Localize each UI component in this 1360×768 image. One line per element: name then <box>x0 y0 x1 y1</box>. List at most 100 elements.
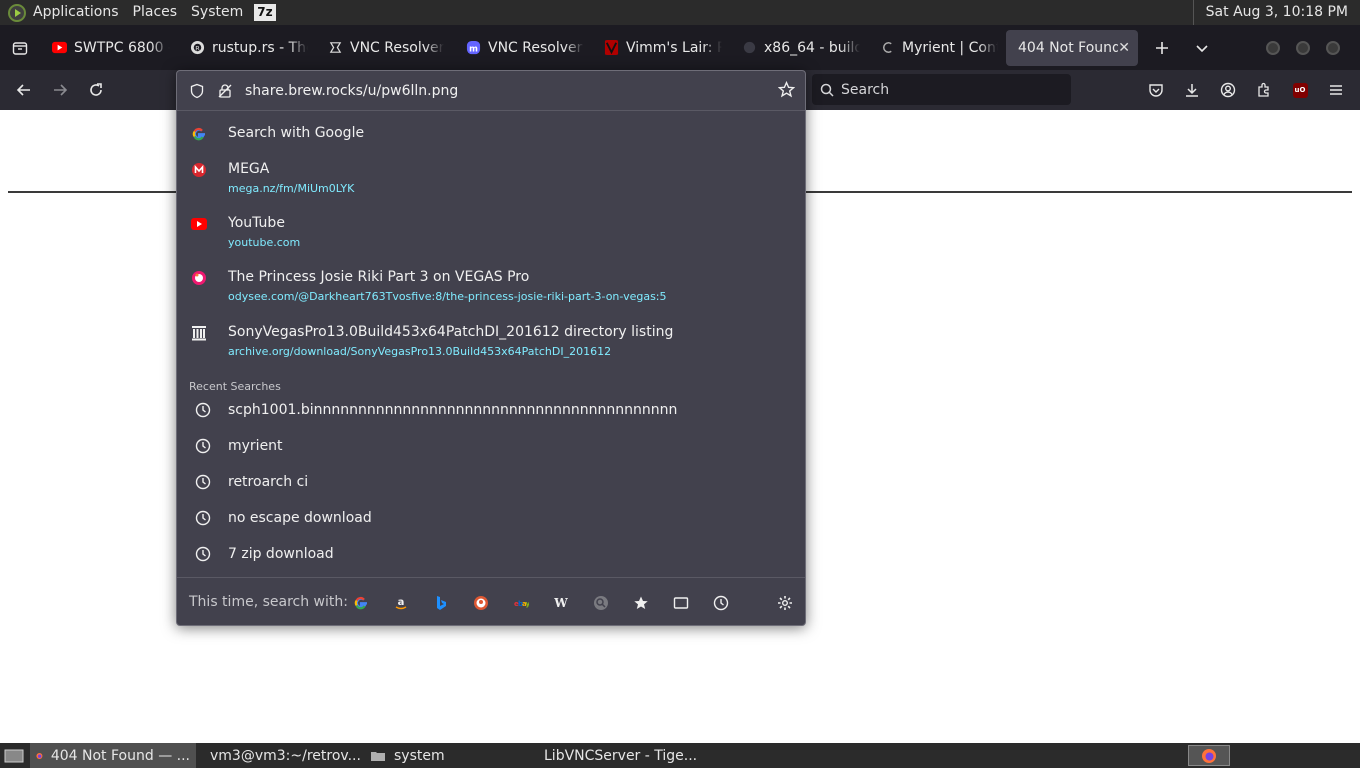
one-off-search-label: This time, search with: <box>189 593 348 610</box>
downloads-button[interactable] <box>1174 70 1210 110</box>
svg-text:W: W <box>553 596 568 610</box>
folder-icon <box>371 751 385 761</box>
history-clock-icon <box>195 510 211 526</box>
tab-title: x86_64 - build <box>764 39 860 56</box>
back-button[interactable] <box>6 74 42 106</box>
recent-search-item[interactable]: scph1001.binnnnnnnnnnnnnnnnnnnnnnnnnnnnn… <box>195 402 677 418</box>
bing-icon[interactable] <box>433 595 449 611</box>
search-bar[interactable]: Search <box>812 74 1071 105</box>
recent-search-item[interactable]: no escape download <box>195 510 372 526</box>
recent-searches-heading: Recent Searches <box>189 380 281 393</box>
list-all-tabs-button[interactable] <box>1182 25 1222 70</box>
account-icon <box>1220 82 1236 98</box>
places-menu[interactable]: Places <box>126 0 185 25</box>
plus-icon <box>1156 41 1168 54</box>
result-youtube[interactable]: YouTube youtube.com <box>191 215 300 249</box>
extensions-button[interactable] <box>1246 70 1282 110</box>
result-title: Search with Google <box>228 125 365 141</box>
reload-button[interactable] <box>78 74 114 106</box>
urlbar-input[interactable]: share.brew.rocks/u/pw6lln.png <box>177 71 805 111</box>
ebay-icon[interactable]: e bay <box>513 595 529 611</box>
app-menu-button[interactable] <box>1318 70 1354 110</box>
tab-title: VNC Resolver ( <box>488 39 584 56</box>
tab-x86-64[interactable]: x86_64 - build <box>730 25 868 70</box>
recent-search-label: myrient <box>228 438 283 454</box>
close-window-button[interactable] <box>1326 40 1340 55</box>
tab-404-not-found[interactable]: 404 Not Found ✕ <box>1006 29 1138 66</box>
result-title: MEGA <box>228 161 270 177</box>
reload-icon <box>90 83 102 96</box>
chevron-down-icon <box>1196 44 1208 52</box>
amazon-icon[interactable]: a <box>393 595 409 611</box>
system-menu[interactable]: System <box>184 0 250 25</box>
tab-bar: SWTPC 6800 - R rustup.rs - The VNC Resol… <box>0 25 1360 70</box>
tab-title: Vimm's Lair: Pla <box>626 39 722 56</box>
tab-swtpc[interactable]: SWTPC 6800 - <box>40 25 178 70</box>
tab-vnc-resolver-mastodon[interactable]: m VNC Resolver ( <box>454 25 592 70</box>
google-icon[interactable] <box>353 595 369 611</box>
firefox-icon <box>36 752 43 759</box>
recent-search-item[interactable]: 7 zip download <box>195 546 334 562</box>
workspace-switcher[interactable] <box>1188 745 1230 766</box>
applications-menu[interactable]: Applications <box>26 0 126 25</box>
taskbar-item-label: 404 Not Found — ... <box>50 747 190 764</box>
duckduckgo-icon[interactable] <box>473 595 489 611</box>
result-title: SonyVegasPro13.0Build453x64PatchDI_20161… <box>228 324 674 340</box>
wikipedia-icon[interactable]: W <box>553 595 569 611</box>
taskbar-item-terminal[interactable]: vm3@vm3:~/retrov... <box>196 743 364 768</box>
pocket-button[interactable] <box>1138 70 1174 110</box>
maximize-window-button[interactable] <box>1296 40 1310 55</box>
firefox-view-icon <box>12 41 28 55</box>
recent-search-item[interactable]: retroarch ci <box>195 474 308 490</box>
tab-title: rustup.rs - The <box>212 39 308 56</box>
tab-myrient[interactable]: Myrient | Conte <box>868 25 1006 70</box>
tab-vnc-resolver[interactable]: VNC Resolver <box>316 25 454 70</box>
taskbar-item-label: LibVNCServer - Tige... <box>544 747 698 764</box>
mastodon-icon: m <box>466 40 481 55</box>
firefox-view-button[interactable] <box>0 25 40 70</box>
search-engine-icon[interactable] <box>593 595 609 611</box>
search-settings-gear-icon[interactable] <box>777 595 793 611</box>
result-archive-org[interactable]: SonyVegasPro13.0Build453x64PatchDI_20161… <box>191 324 673 358</box>
result-odysee[interactable]: The Princess Josie Riki Part 3 on VEGAS … <box>191 269 667 303</box>
download-icon <box>1186 84 1198 97</box>
archive-icon <box>192 326 206 341</box>
tab-vimms-lair[interactable]: Vimm's Lair: Pla <box>592 25 730 70</box>
taskbar-item-label: vm3@vm3:~/retrov... <box>210 747 361 764</box>
urlbar-text[interactable]: share.brew.rocks/u/pw6lln.png <box>245 83 458 99</box>
show-desktop-button[interactable] <box>0 743 30 768</box>
forward-button[interactable] <box>42 74 78 106</box>
new-tab-button[interactable] <box>1142 25 1182 70</box>
result-search-with-google[interactable]: Search with Google <box>191 125 364 142</box>
google-icon <box>192 127 205 141</box>
clock[interactable]: Sat Aug 3, 10:18 PM <box>1192 0 1360 25</box>
result-url: youtube.com <box>228 236 301 249</box>
tabs-icon[interactable] <box>673 595 689 611</box>
distro-logo-icon[interactable] <box>8 3 26 22</box>
close-tab-icon[interactable]: ✕ <box>1118 40 1130 56</box>
tab-rustup[interactable]: R rustup.rs - The <box>178 25 316 70</box>
recent-search-item[interactable]: myrient <box>195 438 283 454</box>
insecure-lock-icon[interactable] <box>217 83 233 99</box>
sevenzip-launcher-icon[interactable]: 7z <box>254 4 276 21</box>
history-icon[interactable] <box>713 595 729 611</box>
tab-title: 404 Not Found <box>1018 39 1119 56</box>
show-desktop-icon <box>4 749 24 762</box>
history-clock-icon <box>195 402 211 418</box>
recent-search-label: retroarch ci <box>228 474 309 490</box>
result-mega[interactable]: MEGA mega.nz/fm/MiUm0LYK <box>191 161 354 195</box>
bookmark-star-icon[interactable] <box>778 81 795 98</box>
one-off-search-row: This time, search with: a ebay W <box>177 577 805 625</box>
account-button[interactable] <box>1210 70 1246 110</box>
result-title: YouTube <box>228 215 285 231</box>
taskbar-item-tigervnc[interactable]: LibVNCServer - Tige... <box>530 743 698 768</box>
history-clock-icon <box>195 438 211 454</box>
tab-title: SWTPC 6800 - <box>74 39 170 56</box>
myrient-icon <box>883 42 892 53</box>
minimize-window-button[interactable] <box>1266 40 1280 55</box>
tracking-protection-shield-icon[interactable] <box>189 83 205 99</box>
ublock-origin-button[interactable]: uO <box>1282 70 1318 110</box>
taskbar-item-firefox[interactable]: 404 Not Found — ... <box>30 743 196 768</box>
bookmarks-icon[interactable] <box>633 595 649 611</box>
taskbar-item-file-manager[interactable]: system <box>364 743 530 768</box>
